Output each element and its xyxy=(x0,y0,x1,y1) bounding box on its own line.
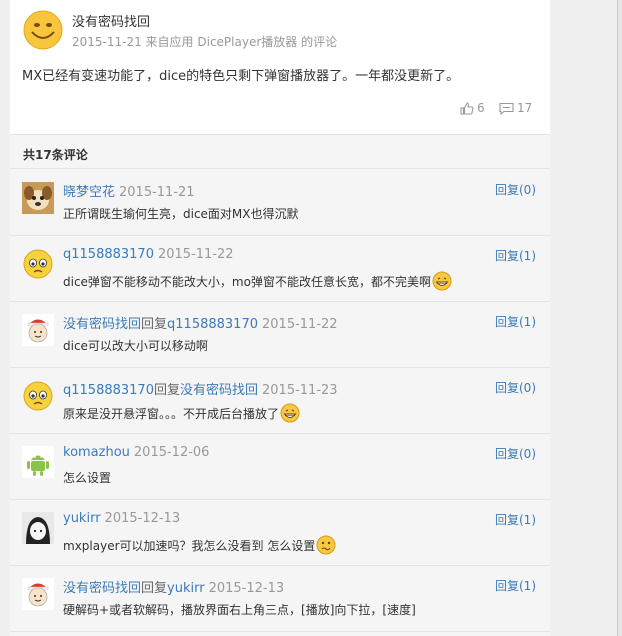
comment-text: dice弹窗不能移动不能改大小，mo弹窗不能改任意长宽，都不完美啊 xyxy=(63,271,452,291)
comment-body: 硬解码+或者软解码，播放界面右上角三点，[播放]向下拉，[速度] xyxy=(63,603,416,617)
reply-button[interactable]: 回复(0) xyxy=(495,181,536,198)
comment-time: 2015-12-06 xyxy=(133,445,210,460)
post-card: 没有密码找回 2015-11-21 来自应用 DicePlayer播放器 的评论… xyxy=(10,0,550,134)
thumbs-up-icon xyxy=(460,101,474,115)
comment-author[interactable]: yukirr xyxy=(63,511,101,526)
comment-item: yukirr 2015-12-13 回复(1) mxplayer可以加速吗？我怎么没看… xyxy=(10,500,550,566)
anime-avatar[interactable] xyxy=(22,512,54,544)
comment-text: dice可以改大小可以移动啊 xyxy=(63,337,208,354)
reply-button[interactable]: 回复(1) xyxy=(495,577,536,594)
grin-emoji-icon xyxy=(280,403,300,423)
comment-text: 怎么设置 xyxy=(63,469,111,486)
comment-item: q1158883170回复没有密码找回 2015-11-23 回复(0) 原来是没开悬… xyxy=(10,368,550,434)
comment-author[interactable]: 没有密码找回 xyxy=(63,581,141,596)
comment-count: 17 xyxy=(517,101,533,115)
comment-body: mxplayer可以加速吗？我怎么没看到 怎么设置 xyxy=(63,538,316,553)
santa-avatar[interactable] xyxy=(22,578,54,610)
android-avatar[interactable] xyxy=(22,446,54,478)
comment-time: 2015-12-13 xyxy=(208,581,285,596)
comments-panel: 共17条评论 晓梦空花 2015-11-21 回复(0) 正所谓既生瑜何生亮，dice… xyxy=(10,134,550,636)
comment-body: dice弹窗不能移动不能改大小，mo弹窗不能改任意长宽，都不完美啊 xyxy=(63,274,431,289)
comment-item: 没有密码找回回复q1158883170 2015-11-22 回复(1) dice可以… xyxy=(10,302,550,368)
reply-button[interactable]: 回复(0) xyxy=(495,445,536,462)
comment-text: mxplayer可以加速吗？我怎么没看到 怎么设置 xyxy=(63,535,336,555)
confused-emoji-icon xyxy=(316,535,336,555)
santa-avatar[interactable] xyxy=(22,314,54,346)
like-button[interactable]: 6 xyxy=(460,101,485,115)
comment-author[interactable]: q1158883170 xyxy=(63,247,154,262)
comment-author[interactable]: 晓梦空花 xyxy=(63,185,115,200)
comment-head: 没有密码找回回复yukirr 2015-12-13 xyxy=(63,577,284,596)
post-body: MX已经有变速功能了，dice的特色只剩下弹窗播放器了。一年都没更新了。 xyxy=(22,69,460,84)
comment-author[interactable]: q1158883170 xyxy=(63,383,154,398)
comment-time: 2015-11-22 xyxy=(262,317,338,332)
comment-author[interactable]: 没有密码找回 xyxy=(63,317,141,332)
grin-emoji-icon xyxy=(432,271,452,291)
comment-head: q1158883170 2015-11-22 xyxy=(63,247,234,262)
comment-head: komazhou 2015-12-06 xyxy=(63,445,209,460)
comment-button[interactable]: 17 xyxy=(499,101,532,115)
comment-head: q1158883170回复没有密码找回 2015-11-23 xyxy=(63,379,338,398)
comment-body: 正所谓既生瑜何生亮，dice面对MX也得沉默 xyxy=(63,207,299,221)
post-author[interactable]: 没有密码找回 xyxy=(72,11,150,30)
comment-time: 2015-11-23 xyxy=(262,383,338,398)
comment-author[interactable]: komazhou xyxy=(63,445,130,460)
comment-head: 晓梦空花 2015-11-21 xyxy=(63,181,195,200)
comment-time: 2015-11-21 xyxy=(119,185,195,200)
reply-target[interactable]: q1158883170 xyxy=(167,317,258,332)
comment-text: 硬解码+或者软解码，播放界面右上角三点，[播放]向下拉，[速度] xyxy=(63,601,416,618)
comment-icon xyxy=(499,102,514,115)
comments-header: 共17条评论 xyxy=(23,148,88,162)
like-count: 6 xyxy=(477,101,485,115)
reply-button[interactable]: 回复(0) xyxy=(495,379,536,396)
comment-body: 怎么设置 xyxy=(63,471,112,485)
comment-item: 没有密码找回回复yukirr 2015-12-13 回复(1) 硬解码+或者软解码，播… xyxy=(10,566,550,632)
comment-item: q1158883170 2015-11-22 回复(1) dice弹窗不能移动不能改大… xyxy=(10,236,550,302)
reply-button[interactable]: 回复(1) xyxy=(495,247,536,264)
emoji-avatar[interactable] xyxy=(22,248,54,280)
comment-time: 2015-11-22 xyxy=(157,247,234,262)
reply-label: 回复 xyxy=(141,581,168,596)
scrollbar[interactable] xyxy=(618,0,622,636)
divider xyxy=(10,168,550,169)
reply-button[interactable]: 回复(1) xyxy=(495,313,536,330)
dog-avatar[interactable] xyxy=(22,182,54,214)
comment-head: yukirr 2015-12-13 xyxy=(63,511,180,526)
comment-time: 2015-12-13 xyxy=(104,511,181,526)
comment-body: dice可以改大小可以移动啊 xyxy=(63,339,208,353)
reply-target[interactable]: 没有密码找回 xyxy=(180,383,258,398)
comment-text: 正所谓既生瑜何生亮，dice面对MX也得沉默 xyxy=(63,205,299,222)
reply-label: 回复 xyxy=(153,383,180,398)
emoji-avatar[interactable] xyxy=(22,380,54,412)
reply-button[interactable]: 回复(1) xyxy=(495,511,536,528)
reply-target[interactable]: yukirr xyxy=(167,581,205,596)
comment-item: komazhou 2015-12-06 回复(0) 怎么设置 xyxy=(10,434,550,500)
comment-body: 原来是没开悬浮窗。。。不开成后台播放了 xyxy=(63,406,280,421)
comment-head: 没有密码找回回复q1158883170 2015-11-22 xyxy=(63,313,338,332)
post-meta: 2015-11-21 来自应用 DicePlayer播放器 的评论 xyxy=(72,35,338,49)
smiley-avatar[interactable] xyxy=(23,10,63,50)
comment-item: 晓梦空花 2015-11-21 回复(0) 正所谓既生瑜何生亮，dice面对MX也得沉… xyxy=(10,170,550,236)
reply-label: 回复 xyxy=(141,317,168,332)
comment-text: 原来是没开悬浮窗。。。不开成后台播放了 xyxy=(63,403,300,423)
